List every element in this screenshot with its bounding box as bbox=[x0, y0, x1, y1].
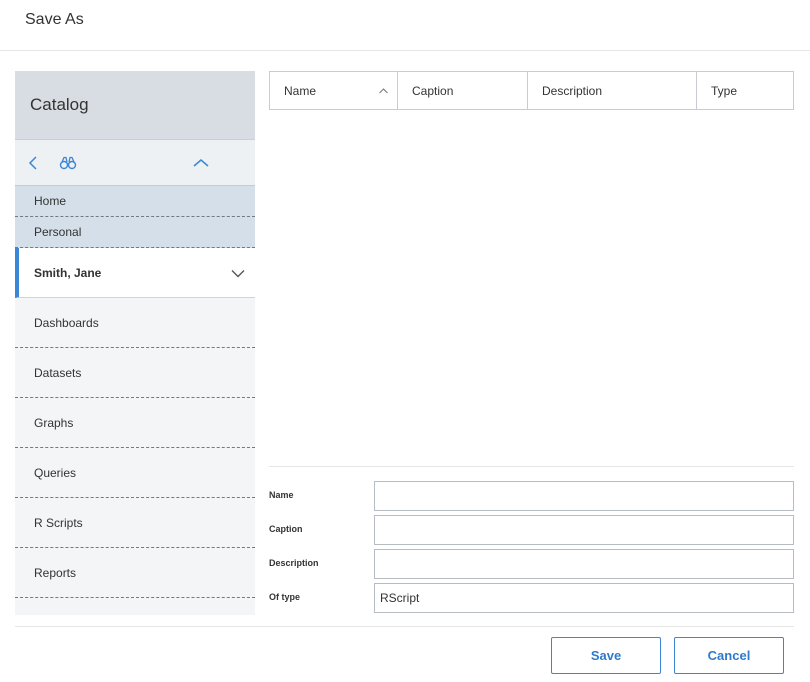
caption-label: Caption bbox=[269, 524, 303, 534]
breadcrumb-personal[interactable]: Personal bbox=[15, 217, 255, 248]
column-header-name[interactable]: Name bbox=[270, 72, 398, 109]
current-folder-label: Smith, Jane bbox=[34, 265, 102, 280]
name-label: Name bbox=[269, 490, 294, 500]
caption-field[interactable] bbox=[374, 515, 794, 545]
form-divider bbox=[269, 466, 794, 467]
catalog-toolbar bbox=[15, 140, 255, 186]
dialog-title: Save As bbox=[25, 11, 84, 28]
catalog-item-reports[interactable]: Reports bbox=[15, 548, 255, 598]
column-header-name-label: Name bbox=[284, 83, 317, 98]
catalog-item-graphs[interactable]: Graphs bbox=[15, 398, 255, 448]
items-grid-header: Name Caption Description Type bbox=[269, 71, 794, 110]
title-divider bbox=[0, 50, 810, 51]
chevron-down-icon[interactable] bbox=[231, 248, 245, 298]
description-field[interactable] bbox=[374, 549, 794, 579]
description-label: Description bbox=[269, 558, 319, 568]
name-field[interactable] bbox=[374, 481, 794, 511]
sort-ascending-icon bbox=[379, 72, 388, 109]
column-header-type[interactable]: Type bbox=[697, 72, 793, 109]
catalog-item-dashboards[interactable]: Dashboards bbox=[15, 298, 255, 348]
save-button[interactable]: Save bbox=[551, 637, 661, 674]
column-header-caption[interactable]: Caption bbox=[398, 72, 528, 109]
bottom-divider bbox=[15, 626, 794, 627]
catalog-item-r-scripts[interactable]: R Scripts bbox=[15, 498, 255, 548]
type-label: Of type bbox=[269, 592, 301, 602]
cancel-button[interactable]: Cancel bbox=[674, 637, 784, 674]
column-header-description[interactable]: Description bbox=[528, 72, 697, 109]
breadcrumb-home[interactable]: Home bbox=[15, 186, 255, 217]
catalog-header: Catalog bbox=[15, 71, 255, 140]
type-field[interactable] bbox=[374, 583, 794, 613]
chevron-left-icon[interactable] bbox=[25, 140, 41, 186]
binoculars-icon[interactable] bbox=[59, 140, 77, 186]
catalog-item-datasets[interactable]: Datasets bbox=[15, 348, 255, 398]
current-folder[interactable]: Smith, Jane bbox=[15, 248, 255, 298]
catalog-item-queries[interactable]: Queries bbox=[15, 448, 255, 498]
chevron-up-icon[interactable] bbox=[193, 140, 209, 186]
catalog-panel: Catalog Home Personal Smith, Jane Dashbo… bbox=[15, 71, 255, 615]
